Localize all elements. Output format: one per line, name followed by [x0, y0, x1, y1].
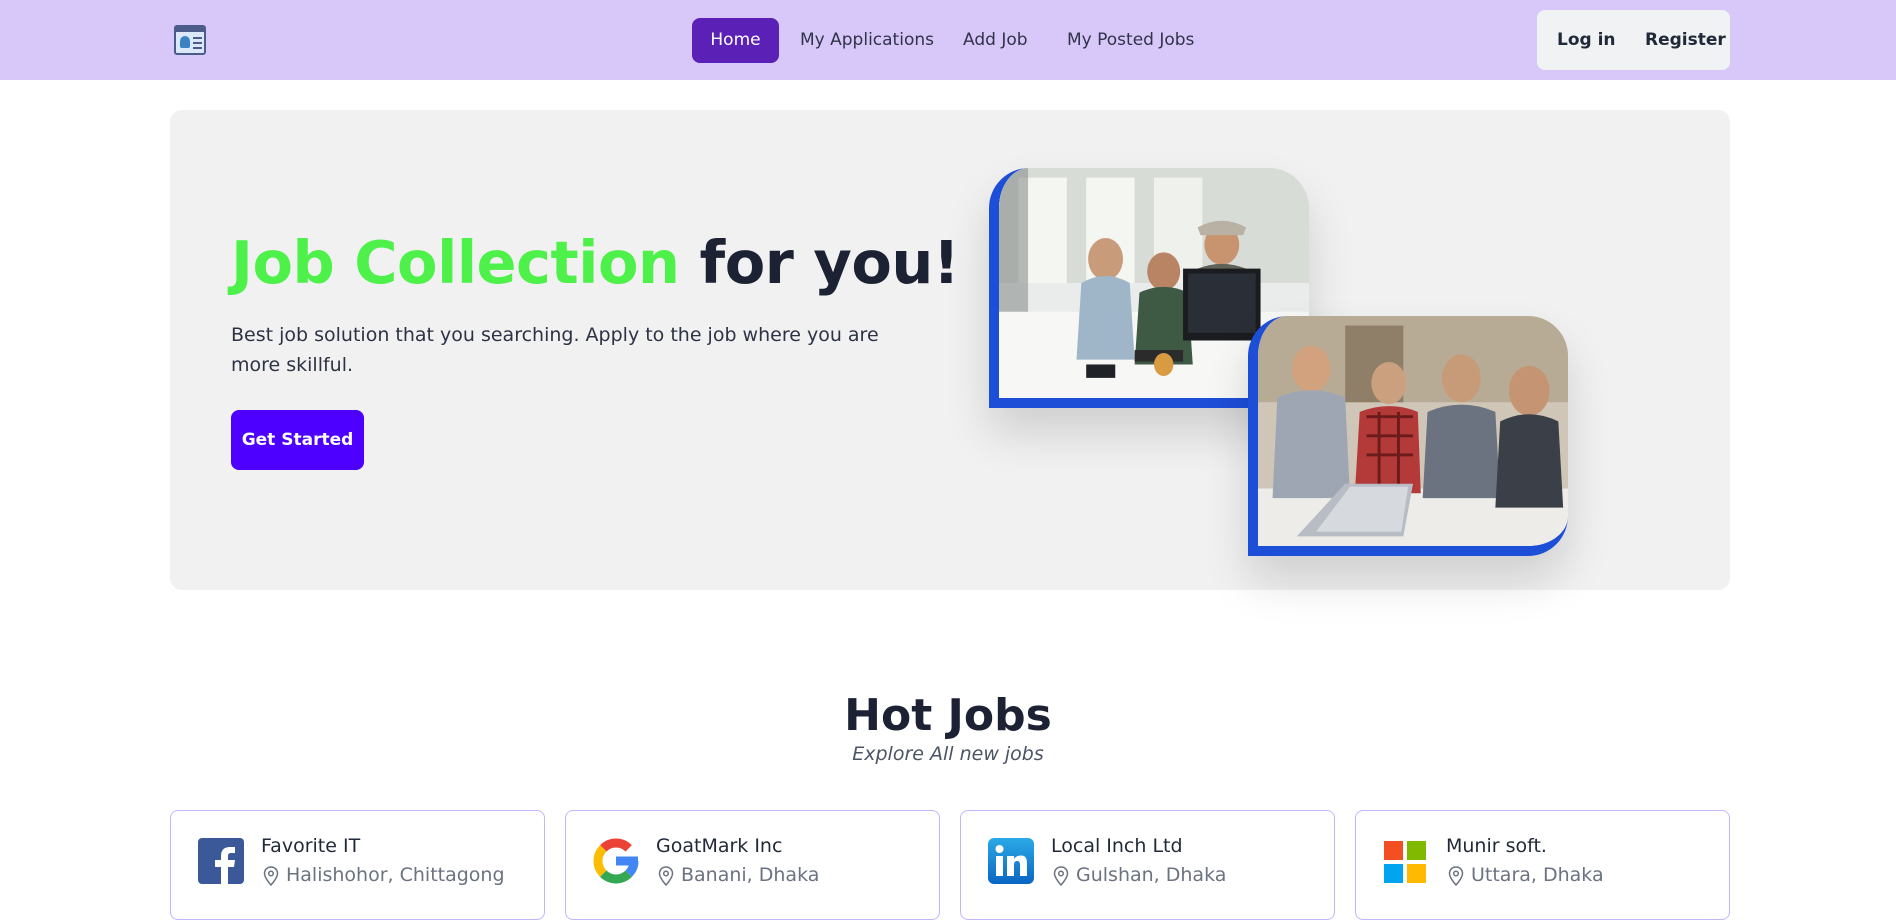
job-card[interactable]: Local Inch Ltd Gulshan, Dhaka: [960, 810, 1335, 920]
auth-group: Log in Register: [1537, 10, 1730, 70]
hero-title-highlight: Job Collection: [231, 228, 680, 297]
login-button[interactable]: Log in: [1557, 10, 1616, 70]
location-pin-icon: [1053, 866, 1069, 886]
hero-title-rest: for you!: [699, 228, 960, 297]
job-card[interactable]: Favorite IT Halishohor, Chittagong: [170, 810, 545, 920]
company-name: Local Inch Ltd: [1051, 835, 1183, 857]
company-name: GoatMark Inc: [656, 835, 783, 857]
hero-banner: Job Collection for you! Best job solutio…: [170, 110, 1730, 590]
company-location: Gulshan, Dhaka: [1076, 864, 1227, 886]
location-pin-icon: [658, 866, 674, 886]
company-name: Munir soft.: [1446, 835, 1547, 857]
facebook-logo-icon: [197, 837, 245, 885]
hot-jobs-subtitle: Explore All new jobs: [852, 743, 1044, 765]
company-name: Favorite IT: [261, 835, 361, 857]
google-logo-icon: [590, 835, 642, 887]
location-pin-icon: [1448, 866, 1464, 886]
location-pin-icon: [263, 866, 279, 886]
microsoft-logo-icon: [1382, 837, 1430, 885]
get-started-button[interactable]: Get Started: [231, 410, 364, 470]
linkedin-logo-icon: [987, 837, 1035, 885]
company-location: Uttara, Dhaka: [1471, 864, 1604, 886]
register-button[interactable]: Register: [1645, 10, 1726, 70]
nav-my-posted-jobs[interactable]: My Posted Jobs: [1067, 18, 1194, 63]
company-location: Halishohor, Chittagong: [286, 864, 505, 886]
navbar: Home My Applications Add Job My Posted J…: [0, 0, 1896, 80]
hero-team-photo-2: [1248, 316, 1568, 556]
nav-home[interactable]: Home: [692, 18, 779, 63]
hero-description: Best job solution that you searching. Ap…: [231, 324, 879, 376]
site-logo-icon[interactable]: [174, 25, 206, 55]
nav-my-applications[interactable]: My Applications: [800, 18, 934, 63]
nav-add-job[interactable]: Add Job: [963, 18, 1028, 63]
hot-jobs-title: Hot Jobs: [844, 690, 1052, 741]
hero-title: Job Collection for you!: [231, 228, 960, 297]
job-card[interactable]: GoatMark Inc Banani, Dhaka: [565, 810, 940, 920]
company-location: Banani, Dhaka: [681, 864, 820, 886]
job-card[interactable]: Munir soft. Uttara, Dhaka: [1355, 810, 1730, 920]
